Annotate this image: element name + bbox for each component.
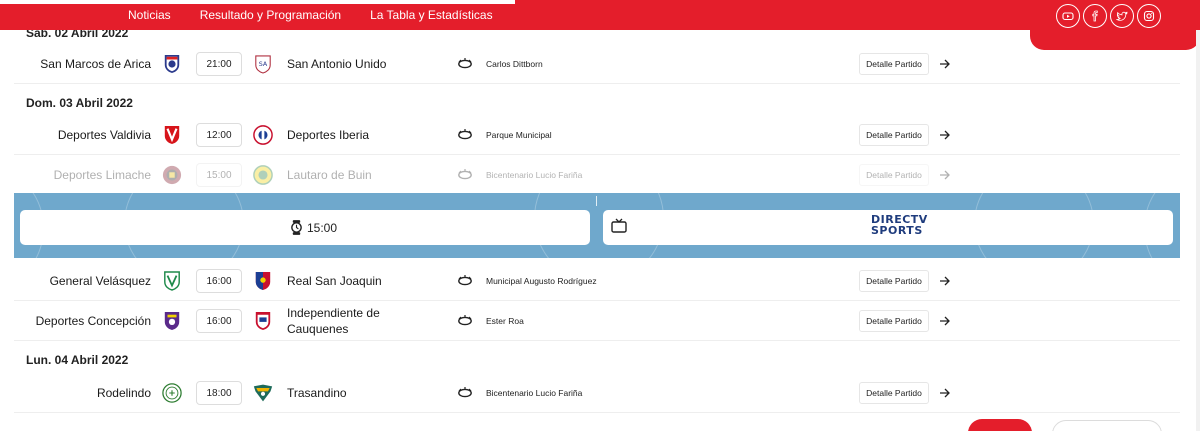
stadium-name: Municipal Augusto Rodríguez	[486, 276, 597, 286]
floating-red-button[interactable]	[968, 419, 1032, 431]
away-team: San Antonio Unido	[287, 57, 387, 71]
away-team-crest-icon	[253, 164, 273, 186]
stadium-name: Bicentenario Lucio Fariña	[486, 170, 583, 180]
away-team: Real San Joaquin	[287, 274, 382, 288]
broadcast-channel-box: DIRECTV SPORTS	[603, 210, 1173, 245]
home-team: San Marcos de Arica	[40, 57, 151, 71]
home-team: General Velásquez	[49, 274, 151, 288]
broadcast-time: 15:00	[290, 210, 337, 245]
main-nav: Noticias Resultado y Programación La Tab…	[128, 0, 493, 30]
pitch-line	[596, 196, 597, 206]
arrow-right-icon[interactable]	[939, 57, 951, 71]
home-team-crest-icon	[162, 270, 182, 292]
facebook-icon[interactable]	[1083, 4, 1107, 28]
match-detail-button[interactable]: Detalle Partido	[859, 310, 929, 332]
home-team: Deportes Concepción	[35, 314, 151, 328]
stadium-name: Carlos Dittborn	[486, 59, 543, 69]
social-links	[1056, 4, 1161, 28]
home-team: Rodelindo	[96, 386, 151, 400]
arrow-right-icon[interactable]	[939, 314, 951, 328]
home-team-crest-icon	[162, 124, 182, 146]
fixtures-list: Sab. 02 Abril 2022 San Marcos de Arica 2…	[0, 0, 1200, 431]
home-team-crest-icon	[162, 310, 182, 332]
date-header: Dom. 03 Abril 2022	[26, 96, 133, 110]
match-time: 16:00	[196, 269, 242, 293]
away-team-crest-icon	[253, 382, 273, 404]
channel-line2: SPORTS	[871, 224, 923, 237]
home-team: Deportes Limache	[53, 168, 151, 182]
watch-icon	[291, 220, 302, 235]
arrow-right-icon[interactable]	[939, 168, 951, 182]
away-team-crest-icon: SA	[253, 53, 273, 75]
nav-item-tabla[interactable]: La Tabla y Estadísticas	[370, 8, 493, 22]
arrow-right-icon[interactable]	[939, 386, 951, 400]
stadium-name: Ester Roa	[486, 316, 524, 326]
scrollbar-track[interactable]	[1196, 30, 1200, 431]
match-time: 21:00	[196, 52, 242, 76]
away-team: Deportes Iberia	[287, 128, 370, 142]
home-team-crest-icon	[162, 53, 182, 75]
stadium-icon	[458, 315, 472, 326]
home-team: Deportes Valdivia	[57, 128, 151, 142]
stadium-name: Parque Municipal	[486, 130, 552, 140]
match-detail-button[interactable]: Detalle Partido	[859, 382, 929, 404]
away-team: Independiente de Cauquenes	[287, 306, 380, 336]
match-row: Deportes Valdivia 12:00 Deportes Iberia …	[14, 115, 1180, 155]
away-team: Lautaro de Buin	[287, 168, 372, 182]
instagram-icon[interactable]	[1137, 4, 1161, 28]
stadium-icon	[458, 58, 472, 69]
away-team-crest-icon	[253, 270, 273, 292]
directv-sports-logo: DIRECTV SPORTS	[871, 214, 929, 240]
match-detail-button[interactable]: Detalle Partido	[859, 164, 929, 186]
match-row-expanded[interactable]: Deportes Limache 15:00 Lautaro de Buin B…	[14, 155, 1180, 195]
match-detail-button[interactable]: Detalle Partido	[859, 53, 929, 75]
away-team-crest-icon	[253, 310, 273, 332]
stadium-icon	[458, 129, 472, 140]
broadcast-time-label: 15:00	[307, 220, 338, 235]
nav-item-noticias[interactable]: Noticias	[128, 8, 171, 22]
away-team-crest-icon	[253, 124, 273, 146]
match-detail-button[interactable]: Detalle Partido	[859, 124, 929, 146]
twitter-icon[interactable]	[1110, 4, 1134, 28]
stadium-icon	[458, 169, 472, 180]
match-time: 15:00	[196, 163, 242, 187]
away-team: Trasandino	[287, 386, 347, 400]
home-team-crest-icon	[162, 164, 182, 186]
date-header: Lun. 04 Abril 2022	[26, 353, 129, 367]
match-row: San Marcos de Arica 21:00 SA San Antonio…	[14, 44, 1180, 84]
match-time: 12:00	[196, 123, 242, 147]
match-row: Rodelindo 18:00 Trasandino Bicentenario …	[14, 373, 1180, 413]
match-detail-button[interactable]: Detalle Partido	[859, 270, 929, 292]
nav-item-resultados[interactable]: Resultado y Programación	[200, 8, 341, 22]
tv-icon	[611, 218, 627, 233]
site-header: Noticias Resultado y Programación La Tab…	[0, 0, 1200, 50]
youtube-icon[interactable]	[1056, 4, 1080, 28]
broadcast-time-box: 15:00	[20, 210, 590, 245]
arrow-right-icon[interactable]	[939, 274, 951, 288]
match-time: 16:00	[196, 309, 242, 333]
arrow-right-icon[interactable]	[939, 128, 951, 142]
svg-text:SA: SA	[259, 61, 268, 68]
stadium-name: Bicentenario Lucio Fariña	[486, 388, 583, 398]
match-row: General Velásquez 16:00 Real San Joaquin…	[14, 261, 1180, 301]
broadcast-panel: 15:00 DIRECTV SPORTS	[14, 193, 1180, 258]
match-row: Deportes Concepción 16:00 Independiente …	[14, 301, 1180, 341]
home-team-crest-icon	[162, 382, 182, 404]
stadium-icon	[458, 275, 472, 286]
stadium-icon	[458, 387, 472, 398]
floating-white-button[interactable]	[1052, 420, 1162, 431]
match-time: 18:00	[196, 381, 242, 405]
